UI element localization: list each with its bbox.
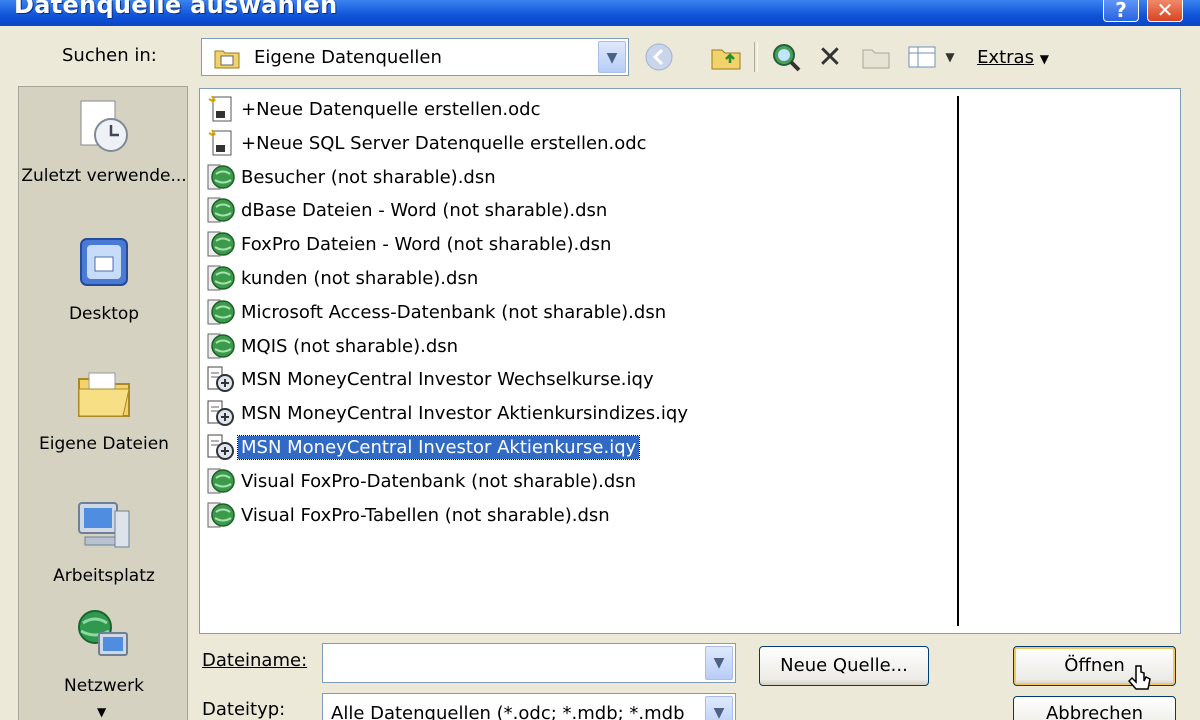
filetype-label: Dateityp:: [202, 699, 286, 720]
file-name: +Neue Datenquelle erstellen.odc: [241, 98, 541, 120]
chevron-down-icon[interactable]: ▼: [705, 646, 733, 680]
delete-x-icon: ✕: [817, 39, 843, 75]
title-bar: Datenquelle auswählen ? ✕: [0, 0, 1200, 26]
new-folder-icon: [862, 49, 890, 69]
file-name: MSN MoneyCentral Investor Wechselkurse.i…: [241, 368, 654, 390]
place-network[interactable]: Netzwerk: [19, 607, 189, 697]
file-item[interactable]: kunden (not sharable).dsn: [206, 263, 481, 293]
dsn-file-icon: [206, 162, 236, 192]
place-label: Eigene Dateien: [39, 434, 169, 454]
file-name: +Neue SQL Server Datenquelle erstellen.o…: [241, 132, 647, 154]
file-name: Microsoft Access-Datenbank (not sharable…: [241, 301, 667, 323]
desktop-icon: [80, 238, 128, 286]
extras-menu[interactable]: Extras ▼: [968, 40, 1058, 74]
dsn-file-icon: [206, 195, 236, 225]
delete-button[interactable]: ✕: [812, 39, 848, 75]
place-label: Arbeitsplatz: [53, 566, 155, 586]
place-my-documents[interactable]: Eigene Dateien: [19, 365, 189, 455]
places-bar: Zuletzt verwende... Desktop Eigene Datei…: [18, 86, 188, 720]
place-desktop[interactable]: Desktop: [19, 235, 189, 325]
views-button[interactable]: [904, 40, 940, 74]
up-folder-icon: [711, 49, 741, 70]
up-folder-button[interactable]: [706, 40, 746, 74]
filetype-select[interactable]: Alle Datenquellen (*.odc; *.mdb; *.mdb ▼: [322, 693, 736, 720]
search-globe-icon: [773, 44, 801, 72]
odc-file-icon: [206, 128, 236, 158]
folder-icon: [214, 50, 240, 69]
file-item[interactable]: +Neue Datenquelle erstellen.odc: [206, 94, 544, 124]
my-documents-icon: [78, 372, 130, 417]
new-folder-button[interactable]: [858, 40, 894, 74]
file-name: MQIS (not sharable).dsn: [241, 335, 459, 357]
close-icon: ✕: [1156, 0, 1174, 22]
file-item[interactable]: MSN MoneyCentral Investor Aktienkurse.iq…: [206, 432, 641, 462]
file-item[interactable]: +Neue SQL Server Datenquelle erstellen.o…: [206, 128, 650, 158]
filetype-value: Alle Datenquellen (*.odc; *.mdb; *.mdb: [331, 703, 685, 720]
file-name: MSN MoneyCentral Investor Aktienkurse.iq…: [236, 434, 641, 460]
window-title: Datenquelle auswählen: [14, 0, 338, 19]
file-item[interactable]: Besucher (not sharable).dsn: [206, 162, 499, 192]
help-button[interactable]: ?: [1103, 0, 1139, 22]
mouse-pointer-icon: [1128, 665, 1151, 690]
iqy-file-icon: [206, 398, 236, 428]
iqy-file-icon: [206, 432, 236, 462]
scroll-down-icon[interactable]: ▼: [97, 705, 106, 719]
file-item[interactable]: MQIS (not sharable).dsn: [206, 331, 461, 361]
column-divider: [957, 96, 959, 626]
dsn-file-icon: [206, 331, 236, 361]
file-name: Visual FoxPro-Tabellen (not sharable).ds…: [241, 504, 610, 526]
dropdown-arrow-icon: ▼: [1039, 51, 1049, 66]
dsn-file-icon: [206, 500, 236, 530]
file-item[interactable]: MSN MoneyCentral Investor Wechselkurse.i…: [206, 364, 657, 394]
dropdown-arrow-icon: ▼: [945, 50, 955, 64]
filename-input[interactable]: ▼: [322, 643, 736, 683]
file-name: Visual FoxPro-Datenbank (not sharable).d…: [241, 470, 637, 492]
new-source-button[interactable]: Neue Quelle...: [759, 646, 929, 686]
iqy-file-icon: [206, 364, 236, 394]
place-recent[interactable]: Zuletzt verwende...: [19, 97, 189, 187]
dsn-file-icon: [206, 263, 236, 293]
place-label: Zuletzt verwende...: [21, 166, 187, 186]
file-item[interactable]: MSN MoneyCentral Investor Aktienkursindi…: [206, 398, 691, 428]
help-icon: ?: [1115, 0, 1127, 22]
look-in-value: Eigene Datenquellen: [254, 47, 442, 68]
look-in-combo[interactable]: Eigene Datenquellen ▼: [201, 38, 629, 76]
file-name: Besucher (not sharable).dsn: [241, 166, 496, 188]
dsn-file-icon: [206, 297, 236, 327]
extras-label: Extras: [977, 46, 1034, 68]
file-name: FoxPro Dateien - Word (not sharable).dsn: [241, 233, 612, 255]
file-name: kunden (not sharable).dsn: [241, 267, 479, 289]
chevron-down-icon[interactable]: ▼: [598, 41, 626, 73]
back-button[interactable]: [640, 40, 678, 74]
views-dropdown[interactable]: ▼: [942, 40, 958, 74]
file-name: dBase Dateien - Word (not sharable).dsn: [241, 199, 608, 221]
place-label: Netzwerk: [64, 676, 144, 696]
file-name: MSN MoneyCentral Investor Aktienkursindi…: [241, 402, 688, 424]
place-my-computer[interactable]: Arbeitsplatz: [19, 497, 189, 587]
network-icon: [78, 610, 128, 656]
recent-documents-icon: [80, 100, 128, 152]
file-item[interactable]: Visual FoxPro-Tabellen (not sharable).ds…: [206, 500, 613, 530]
search-web-button[interactable]: [766, 40, 806, 74]
file-item[interactable]: Visual FoxPro-Datenbank (not sharable).d…: [206, 466, 639, 496]
back-arrow-icon: [645, 43, 673, 71]
toolbar-separator: [754, 42, 758, 72]
place-label: Desktop: [68, 304, 140, 324]
odc-file-icon: [206, 94, 236, 124]
file-item[interactable]: dBase Dateien - Word (not sharable).dsn: [206, 195, 610, 225]
my-computer-icon: [78, 502, 130, 548]
dsn-file-icon: [206, 229, 236, 259]
file-item[interactable]: FoxPro Dateien - Word (not sharable).dsn: [206, 229, 614, 259]
dsn-file-icon: [206, 466, 236, 496]
close-button[interactable]: ✕: [1147, 0, 1183, 22]
look-in-label: Suchen in:: [62, 45, 157, 66]
chevron-down-icon[interactable]: ▼: [705, 696, 733, 720]
file-item[interactable]: Microsoft Access-Datenbank (not sharable…: [206, 297, 669, 327]
views-icon: [908, 46, 936, 68]
filename-label: Dateiname:: [202, 650, 308, 671]
